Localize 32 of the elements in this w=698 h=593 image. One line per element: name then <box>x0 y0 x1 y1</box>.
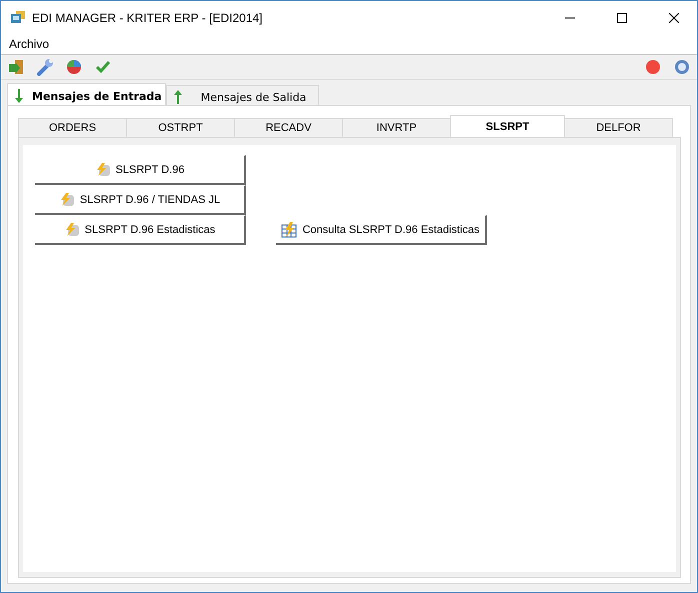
app-icon <box>10 10 26 26</box>
action-button[interactable]: Consulta SLSRPT D.96 Estadisticas <box>276 215 487 245</box>
lightning-icon <box>94 162 111 176</box>
toolbar-button[interactable] <box>673 58 691 76</box>
close-icon <box>669 12 679 22</box>
toolbar-button[interactable] <box>36 58 54 76</box>
toolbar-button[interactable] <box>644 58 662 76</box>
tab[interactable]: RECADV <box>234 118 343 137</box>
down-arrow-icon <box>14 88 24 104</box>
maximize-icon <box>617 12 627 22</box>
help-icon <box>673 58 691 76</box>
window-title: EDI MANAGER - KRITER ERP - [EDI2014] <box>32 10 264 24</box>
toolbar-button[interactable] <box>65 58 83 76</box>
toolbar-button[interactable] <box>7 58 25 76</box>
tab[interactable]: OSTRPT <box>126 118 235 137</box>
tab[interactable]: DELFOR <box>564 118 673 137</box>
checkmark-icon <box>94 58 112 76</box>
menu-item[interactable]: Archivo <box>5 37 54 51</box>
action-button[interactable]: SLSRPT D.96 Estadisticas <box>35 215 246 245</box>
table-lightning-icon <box>281 222 298 238</box>
tab[interactable]: ORDERS <box>18 118 127 137</box>
stop-icon <box>644 58 662 76</box>
action-button[interactable]: SLSRPT D.96 <box>35 155 246 185</box>
wrench-icon <box>36 58 54 76</box>
lightning-icon <box>64 222 80 236</box>
door-icon <box>7 58 25 76</box>
tab[interactable]: INVRTP <box>342 118 451 137</box>
action-button[interactable]: SLSRPT D.96 / TIENDAS JL <box>35 185 246 215</box>
pie-chart-icon <box>65 58 83 76</box>
toolbar-button[interactable] <box>94 58 112 76</box>
lightning-icon <box>58 192 75 206</box>
up-arrow-icon <box>172 89 183 105</box>
